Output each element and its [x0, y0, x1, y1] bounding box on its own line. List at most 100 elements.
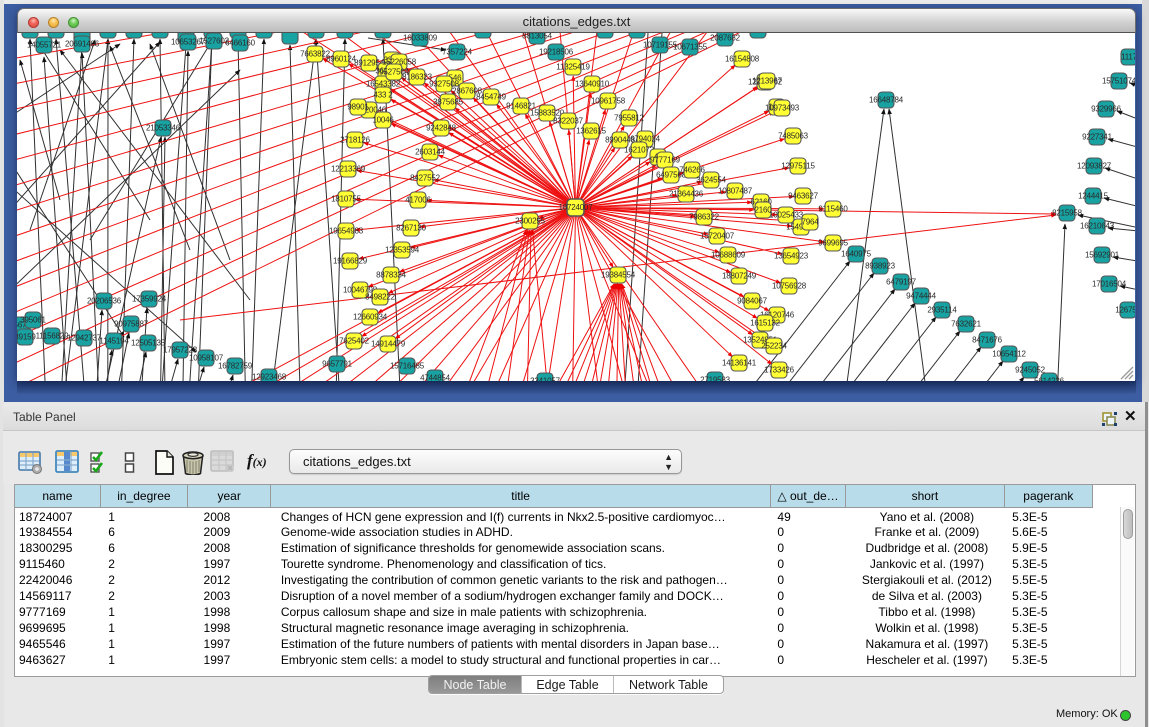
svg-text:8878334: 8878334	[376, 271, 406, 280]
svg-text:98901: 98901	[347, 103, 369, 112]
svg-text:2935114: 2935114	[927, 306, 957, 315]
svg-text:21053346: 21053346	[146, 124, 181, 133]
svg-text:1145194: 1145194	[99, 337, 129, 346]
svg-text:17016504: 17016504	[1092, 280, 1127, 289]
svg-text:16154808: 16154808	[725, 55, 760, 64]
svg-text:5614226: 5614226	[1034, 377, 1064, 382]
svg-text:1640975: 1640975	[841, 250, 871, 259]
svg-text:13640910: 13640910	[575, 80, 610, 89]
svg-text:395061: 395061	[20, 316, 46, 325]
svg-text:10756928: 10756928	[772, 282, 807, 291]
svg-text:15751074: 15751074	[1102, 77, 1135, 86]
svg-text:2718126: 2718126	[340, 136, 370, 145]
svg-text:8215958: 8215958	[1052, 209, 1082, 218]
svg-text:6479197: 6479197	[886, 278, 916, 287]
svg-text:252234: 252234	[761, 342, 787, 351]
svg-text:19166829: 19166829	[333, 257, 368, 266]
svg-text:8813054: 8813054	[522, 33, 552, 41]
svg-text:126753: 126753	[1115, 306, 1135, 315]
svg-text:2603144: 2603144	[415, 148, 445, 157]
svg-text:7485063: 7485063	[778, 132, 808, 141]
svg-text:21364436: 21364436	[669, 190, 704, 199]
svg-text:12923468: 12923468	[252, 373, 287, 382]
svg-text:9329966: 9329966	[1091, 105, 1121, 114]
svg-text:9245052: 9245052	[1015, 366, 1045, 375]
svg-text:18807249: 18807249	[722, 272, 757, 281]
svg-text:8498222: 8498222	[365, 293, 395, 302]
svg-text:7357224: 7357224	[442, 48, 472, 57]
svg-text:746266: 746266	[679, 166, 705, 175]
svg-text:9463627: 9463627	[788, 192, 818, 201]
svg-text:16648784: 16648784	[869, 96, 904, 105]
svg-text:3875685: 3875685	[433, 98, 463, 107]
svg-text:10961758: 10961758	[591, 97, 626, 106]
svg-text:10807487: 10807487	[718, 187, 753, 196]
svg-text:11325419: 11325419	[556, 63, 590, 72]
svg-text:15720407: 15720407	[700, 232, 735, 241]
svg-text:14055721: 14055721	[27, 41, 62, 50]
svg-text:17359924: 17359924	[132, 295, 167, 304]
svg-text:9084067: 9084067	[737, 297, 767, 306]
svg-text:10025433: 10025433	[769, 211, 804, 220]
svg-text:14914479: 14914479	[371, 340, 406, 349]
svg-text:12213369: 12213369	[331, 165, 366, 174]
svg-text:3624554: 3624554	[696, 176, 726, 185]
svg-text:1117: 1117	[1121, 53, 1135, 62]
svg-text:8454749: 8454749	[476, 93, 506, 102]
svg-text:12942737: 12942737	[67, 334, 102, 343]
svg-text:19384554: 19384554	[601, 271, 636, 280]
svg-text:7955812: 7955812	[614, 114, 644, 123]
svg-text:11156829: 11156829	[36, 332, 70, 341]
svg-text:10046: 10046	[372, 116, 394, 125]
svg-text:8938923: 8938923	[865, 262, 895, 271]
svg-text:9474444: 9474444	[906, 292, 936, 301]
svg-text:9699695: 9699695	[818, 239, 848, 248]
svg-text:8960124: 8960124	[326, 55, 356, 64]
svg-text:7964: 7964	[802, 218, 820, 227]
svg-text:417006: 417006	[405, 196, 431, 205]
svg-text:1213967: 1213967	[752, 77, 782, 86]
svg-text:16210643: 16210643	[1080, 222, 1115, 231]
svg-text:10688609: 10688609	[711, 251, 746, 260]
svg-text:7625402: 7625402	[339, 337, 369, 346]
svg-text:8427552: 8427552	[410, 174, 440, 183]
svg-text:1810755: 1810755	[331, 195, 361, 204]
svg-text:7632621: 7632621	[951, 320, 981, 329]
svg-text:16033809: 16033809	[403, 34, 438, 43]
svg-text:15692901: 15692901	[1085, 251, 1120, 260]
svg-text:15716485: 15716485	[390, 362, 425, 371]
svg-text:9227341: 9227341	[1082, 133, 1112, 142]
svg-text:9777169: 9777169	[650, 156, 680, 165]
svg-text:2087682: 2087682	[710, 34, 740, 43]
svg-text:8186323: 8186323	[402, 73, 432, 82]
svg-text:9657791: 9657791	[322, 360, 352, 369]
svg-text:433 2: 433 2	[373, 91, 393, 100]
svg-text:9242848: 9242848	[426, 124, 456, 133]
svg-text:8322037: 8322037	[553, 117, 583, 126]
svg-text:18724007: 18724007	[559, 203, 594, 212]
svg-text:3341057: 3341057	[530, 377, 560, 382]
svg-text:90975887: 90975887	[114, 320, 149, 329]
svg-text:12975115: 12975115	[781, 162, 815, 171]
svg-text:7986322: 7986322	[689, 213, 719, 222]
svg-text:10671355: 10671355	[673, 43, 708, 52]
svg-text:13356886: 13356886	[247, 33, 282, 35]
svg-text:95822412: 95822412	[39, 33, 74, 35]
svg-text:6466160: 6466160	[225, 39, 255, 48]
svg-text:2300295: 2300295	[515, 217, 545, 226]
svg-text:16782759: 16782759	[218, 362, 253, 371]
svg-text:10973493: 10973493	[765, 104, 800, 113]
svg-text:12093827: 12093827	[1077, 162, 1112, 171]
svg-text:24942603: 24942603	[143, 33, 178, 35]
svg-text:9115460: 9115460	[818, 205, 848, 214]
svg-text:4744854: 4744854	[420, 374, 450, 382]
svg-text:12353594: 12353594	[385, 246, 420, 255]
svg-text:13654923: 13654923	[774, 252, 809, 261]
svg-text:12660934: 12660934	[353, 313, 388, 322]
svg-text:2719583: 2719583	[700, 376, 730, 382]
svg-text:1362615: 1362615	[576, 127, 606, 136]
svg-text:1733426: 1733426	[764, 366, 794, 375]
svg-text:20206536: 20206536	[87, 297, 122, 306]
svg-text:20691406: 20691406	[65, 40, 100, 49]
svg-text:10654112: 10654112	[992, 350, 1026, 359]
